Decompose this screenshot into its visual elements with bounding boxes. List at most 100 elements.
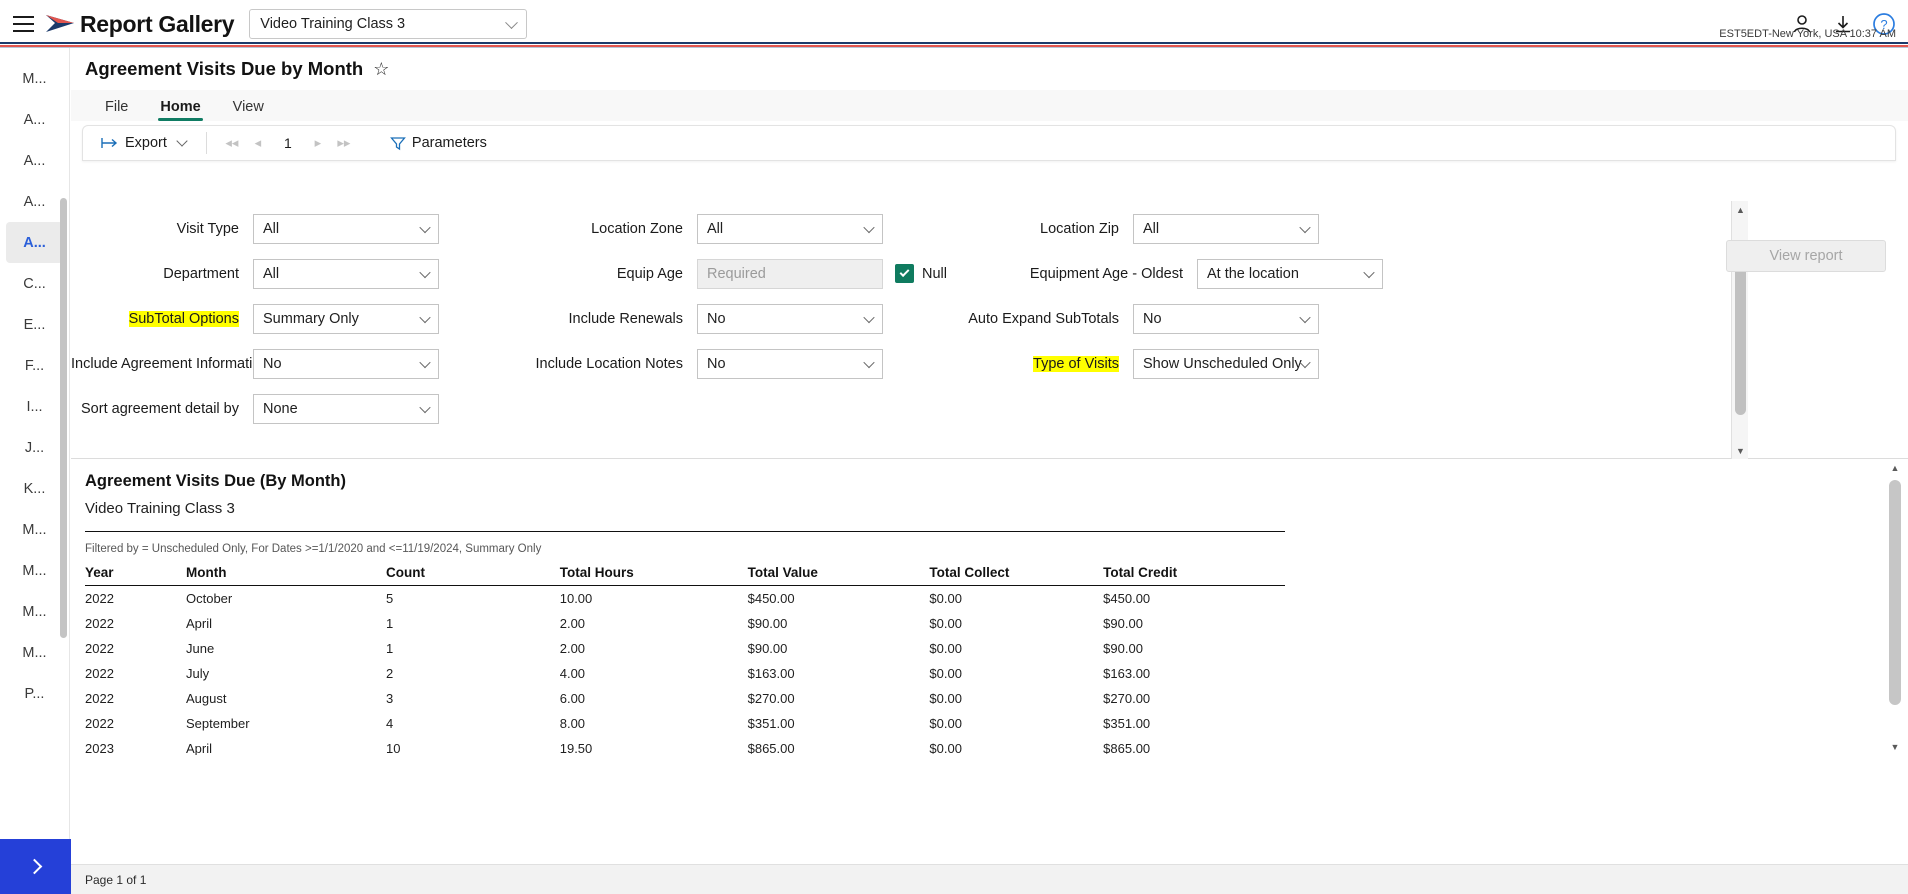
parameter-row: Include Agreement Information No Include L…	[71, 341, 1471, 386]
sidebar-scrollbar[interactable]	[60, 198, 67, 638]
report-output-title: Agreement Visits Due (By Month)	[85, 472, 346, 490]
parameter-input-equipment-age-oldest[interactable]: At the location	[1196, 258, 1383, 289]
table-column-header: Total Collect	[929, 563, 1104, 586]
sidebar-item[interactable]: A...	[6, 222, 63, 263]
parameter-input-include-renewals[interactable]: No	[697, 303, 883, 334]
table-cell: $270.00	[747, 691, 795, 706]
main-content: Agreement Visits Due by Month ☆ File Home…	[71, 48, 1908, 894]
table-cell: 1	[386, 616, 394, 631]
left-sidebar: M... A... A... A... A... C... E... F... I... J...…	[0, 48, 70, 894]
sidebar-item[interactable]: J...	[6, 427, 63, 468]
parameter-input-type-of-visits[interactable]: Show Unscheduled Only	[1133, 348, 1319, 379]
chevron-down-icon	[1363, 266, 1375, 278]
parameter-label-department: Department	[163, 265, 239, 282]
table-cell: $865.00	[747, 741, 795, 755]
sidebar-item[interactable]: M...	[6, 550, 63, 591]
last-page-button[interactable]: ▸▸	[331, 131, 357, 155]
null-checkbox[interactable]	[895, 264, 914, 283]
sidebar-item[interactable]: P...	[6, 673, 63, 714]
chevron-down-icon	[863, 311, 875, 323]
scroll-up-arrow-icon[interactable]: ▲	[1732, 201, 1749, 218]
table-cell: $90.00	[747, 641, 788, 656]
favorite-star-icon[interactable]: ☆	[373, 60, 389, 78]
view-report-button[interactable]: View report	[1726, 240, 1886, 272]
sidebar-expand-button[interactable]	[0, 839, 72, 894]
parameter-cell: SubTotal Options Summary Only	[71, 303, 439, 334]
table-cell: April	[186, 741, 213, 755]
export-icon	[101, 138, 118, 148]
table-row: 2022 June 1 2.00 $90.00 $0.00 $90.00	[85, 636, 1285, 661]
parameter-input-location-zip[interactable]: All	[1133, 213, 1319, 244]
table-cell: 2022	[85, 641, 114, 656]
scrollbar-thumb[interactable]	[1735, 253, 1746, 415]
parameter-cell: Department All	[71, 258, 439, 289]
parameter-input-location-zone[interactable]: All	[697, 213, 883, 244]
parameters-panel: 1/1/202011/19/2024Agreement TypeAllVisit…	[71, 201, 1908, 459]
chevron-down-icon	[419, 401, 431, 413]
parameter-input-include-location-notes[interactable]: No	[697, 348, 883, 379]
table-cell: 2022	[85, 591, 114, 606]
report-body-scrollbar[interactable]: ▲ ▼	[1887, 460, 1903, 755]
parameter-value: All	[263, 220, 280, 237]
parameter-input-subtotal-options[interactable]: Summary Only	[253, 303, 439, 334]
previous-page-button[interactable]: ◂	[245, 131, 271, 155]
table-cell: 1	[386, 641, 394, 656]
table-cell: $0.00	[929, 591, 962, 606]
first-page-button[interactable]: ◂◂	[219, 131, 245, 155]
sidebar-item[interactable]: K...	[6, 468, 63, 509]
chevron-down-icon	[419, 266, 431, 278]
parameter-input-auto-expand-subtotals[interactable]: No	[1133, 303, 1319, 334]
parameter-input-include-agreement-information[interactable]: No	[253, 348, 439, 379]
top-app-bar: Report Gallery Video Training Class 3 ? …	[0, 0, 1908, 48]
parameter-cell: Visit Type All	[71, 213, 439, 244]
scroll-up-arrow-icon[interactable]: ▲	[1887, 460, 1903, 476]
page-indicator: Page 1 of 1	[85, 872, 147, 887]
parameter-row: Sort agreement detail by None	[71, 386, 1471, 431]
table-cell: July	[186, 666, 210, 681]
parameter-value: No	[707, 355, 726, 372]
tab-home[interactable]: Home	[148, 96, 212, 121]
sidebar-item[interactable]: F...	[6, 345, 63, 386]
brand-title: Report Gallery	[80, 10, 235, 37]
page-number-input[interactable]: 1	[271, 135, 305, 151]
sidebar-item[interactable]: M...	[6, 509, 63, 550]
scroll-down-arrow-icon[interactable]: ▼	[1732, 442, 1749, 459]
tab-view[interactable]: View	[221, 96, 276, 121]
sidebar-item[interactable]: I...	[6, 386, 63, 427]
sidebar-item[interactable]: A...	[6, 99, 63, 140]
parameter-label-include-renewals: Include Renewals	[568, 310, 683, 327]
parameter-cell: Location Zip All	[883, 213, 1319, 244]
sidebar-item[interactable]: A...	[6, 140, 63, 181]
table-cell: 2022	[85, 716, 114, 731]
sidebar-item[interactable]: A...	[6, 181, 63, 222]
table-row: 2022 August 3 6.00 $270.00 $0.00 $270.00	[85, 686, 1285, 711]
table-cell: 19.50	[559, 741, 593, 755]
table-cell: September	[186, 716, 250, 731]
report-output-subtitle: Video Training Class 3	[85, 500, 235, 517]
workspace-select[interactable]: Video Training Class 3	[249, 9, 528, 39]
parameters-button[interactable]: Parameters	[382, 132, 495, 154]
parameters-grid: 1/1/202011/19/2024Agreement TypeAllVisit…	[71, 201, 1471, 431]
sidebar-item[interactable]: E...	[6, 304, 63, 345]
report-header: Agreement Visits Due by Month ☆	[71, 48, 1908, 90]
table-cell: August	[186, 691, 227, 706]
parameter-input-department[interactable]: All	[253, 258, 439, 289]
chevron-down-icon	[419, 356, 431, 368]
scrollbar-thumb[interactable]	[1889, 480, 1901, 705]
sidebar-item[interactable]: M...	[6, 591, 63, 632]
sidebar-item[interactable]: M...	[6, 632, 63, 673]
table-row: 2022 October 5 10.00 $450.00 $0.00 $450.00	[85, 586, 1285, 612]
export-button[interactable]: Export	[93, 132, 194, 154]
parameter-value: No	[707, 310, 726, 327]
next-page-button[interactable]: ▸	[305, 131, 331, 155]
sidebar-item[interactable]: C...	[6, 263, 63, 304]
parameter-input-visit-type[interactable]: All	[253, 213, 439, 244]
sidebar-item[interactable]: M...	[6, 58, 63, 99]
hamburger-menu-icon[interactable]	[6, 7, 40, 41]
scroll-down-arrow-icon[interactable]: ▼	[1887, 739, 1903, 755]
parameter-input-sort-agreement-detail-by[interactable]: None	[253, 393, 439, 424]
parameter-row: SubTotal Options Summary Only Include Rene…	[71, 296, 1471, 341]
table-cell: 6.00	[559, 691, 586, 706]
tab-file[interactable]: File	[93, 96, 140, 121]
table-cell: 2022	[85, 616, 114, 631]
